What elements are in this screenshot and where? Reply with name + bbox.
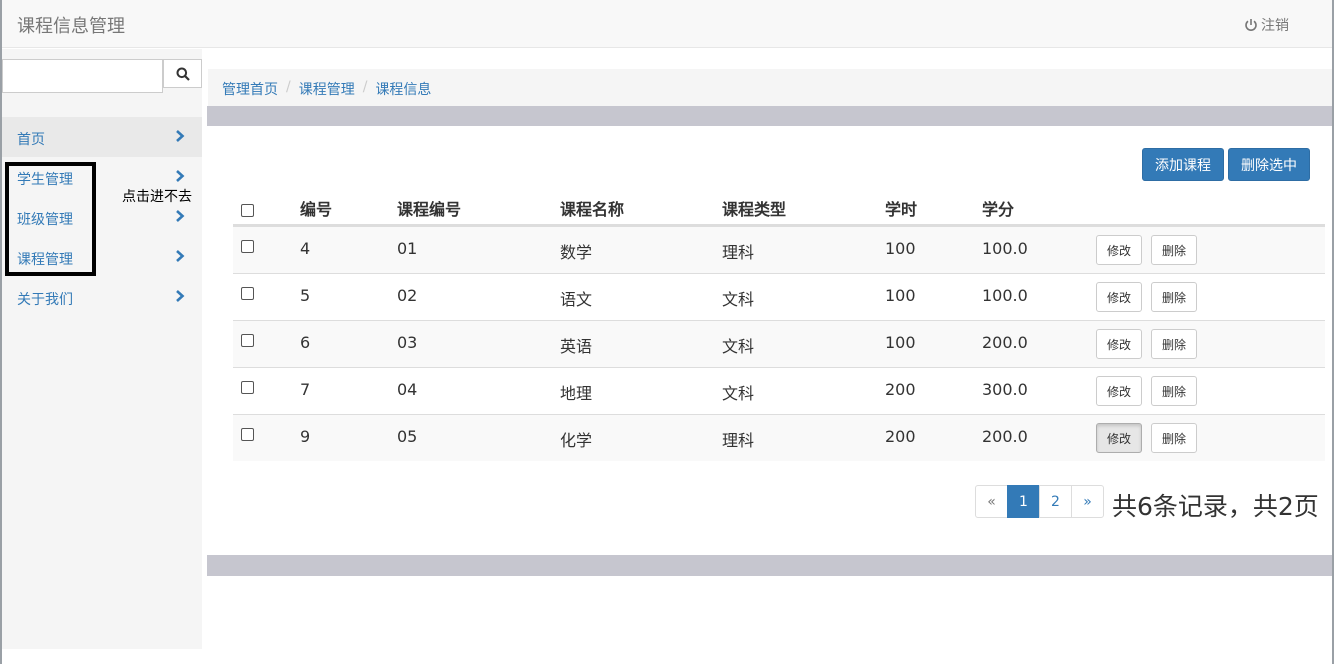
add-course-button[interactable]: 添加课程 — [1142, 148, 1224, 181]
sidebar-item-about[interactable]: 关于我们 — [2, 277, 202, 317]
column-header-credits: 学分 — [982, 200, 1015, 219]
column-header-course-type: 课程类型 — [722, 200, 787, 219]
breadcrumb-separator: / — [286, 79, 291, 95]
logout-label: 注销 — [1261, 18, 1289, 34]
cell-credits: 200.0 — [982, 333, 1028, 352]
table-row: 4 01 数学 理科 100 100.0 修改 删除 — [233, 226, 1325, 273]
breadcrumb: 管理首页 / 课程管理 / 课程信息 — [208, 69, 1332, 106]
row-checkbox[interactable] — [241, 334, 254, 347]
cell-course-type: 文科 — [722, 337, 755, 356]
row-checkbox[interactable] — [241, 381, 254, 394]
cell-credits: 100.0 — [982, 286, 1028, 305]
cell-course-code: 04 — [397, 380, 418, 399]
chevron-right-icon — [176, 250, 185, 262]
annotation-box — [5, 162, 96, 276]
logout-link[interactable]: 注销 — [1244, 15, 1289, 35]
sidebar-item-label: 关于我们 — [17, 292, 73, 308]
search-input[interactable] — [2, 59, 163, 93]
cell-id: 9 — [300, 427, 311, 446]
cell-course-name: 数学 — [560, 243, 593, 262]
cell-hours: 100 — [885, 239, 916, 258]
column-header-course-name: 课程名称 — [560, 200, 625, 219]
column-header-id: 编号 — [300, 200, 333, 219]
power-icon — [1245, 19, 1257, 31]
row-checkbox[interactable] — [241, 287, 254, 300]
table-row: 7 04 地理 文科 200 300.0 修改 删除 — [233, 367, 1325, 414]
cell-course-type: 文科 — [722, 384, 755, 403]
chevron-right-icon — [176, 130, 185, 142]
cell-course-name: 语文 — [560, 290, 593, 309]
chevron-right-icon — [176, 210, 185, 222]
cell-course-type: 文科 — [722, 290, 755, 309]
cell-hours: 100 — [885, 286, 916, 305]
delete-button[interactable]: 删除 — [1151, 329, 1197, 359]
cell-course-code: 02 — [397, 286, 418, 305]
search-icon — [176, 67, 190, 81]
cell-id: 4 — [300, 239, 311, 258]
cell-course-code: 01 — [397, 239, 418, 258]
delete-button[interactable]: 删除 — [1151, 235, 1197, 265]
edit-button[interactable]: 修改 — [1096, 376, 1142, 406]
cell-credits: 100.0 — [982, 239, 1028, 258]
breadcrumb-course-info[interactable]: 课程信息 — [375, 79, 431, 98]
page-2[interactable]: 2 — [1039, 485, 1072, 518]
delete-button[interactable]: 删除 — [1151, 282, 1197, 312]
cell-hours: 200 — [885, 380, 916, 399]
cell-course-code: 03 — [397, 333, 418, 352]
edit-button[interactable]: 修改 — [1096, 282, 1142, 312]
cell-id: 5 — [300, 286, 311, 305]
divider-band-bottom — [207, 555, 1332, 576]
app-title[interactable]: 课程信息管理 — [17, 12, 125, 38]
chevron-right-icon — [176, 170, 185, 182]
delete-selected-button[interactable]: 删除选中 — [1228, 148, 1310, 181]
column-header-course-code: 课程编号 — [397, 200, 462, 219]
table-row: 6 03 英语 文科 100 200.0 修改 删除 — [233, 320, 1325, 367]
row-checkbox[interactable] — [241, 428, 254, 441]
top-navbar: 课程信息管理 注销 — [2, 0, 1332, 48]
table-header: 编号 课程编号 课程名称 课程类型 学时 学分 — [233, 186, 1325, 226]
cell-course-name: 地理 — [560, 384, 593, 403]
annotation-text: 点击进不去 — [122, 189, 192, 205]
sidebar-item-label: 首页 — [17, 132, 45, 148]
divider-band-top — [207, 106, 1332, 126]
edit-button[interactable]: 修改 — [1096, 423, 1142, 453]
cell-course-type: 理科 — [722, 243, 755, 262]
search-button[interactable] — [163, 59, 202, 88]
cell-course-name: 英语 — [560, 337, 593, 356]
cell-id: 7 — [300, 380, 311, 399]
page-info-text: 共6条记录，共2页 — [1112, 492, 1319, 521]
cell-course-type: 理科 — [722, 431, 755, 450]
breadcrumb-home[interactable]: 管理首页 — [222, 79, 278, 98]
row-checkbox[interactable] — [241, 240, 254, 253]
chevron-right-icon — [176, 290, 185, 302]
edit-button[interactable]: 修改 — [1096, 329, 1142, 359]
table-row: 5 02 语文 文科 100 100.0 修改 删除 — [233, 273, 1325, 320]
sidebar: 首页 学生管理 班级管理 课程管理 关于我们 — [2, 49, 202, 649]
cell-course-code: 05 — [397, 427, 418, 446]
page-1[interactable]: 1 — [1007, 485, 1040, 518]
sidebar-item-home[interactable]: 首页 — [2, 117, 202, 157]
cell-credits: 300.0 — [982, 380, 1028, 399]
delete-button[interactable]: 删除 — [1151, 423, 1197, 453]
cell-hours: 200 — [885, 427, 916, 446]
column-header-hours: 学时 — [885, 200, 918, 219]
edit-button[interactable]: 修改 — [1096, 235, 1142, 265]
cell-course-name: 化学 — [560, 431, 593, 450]
cell-id: 6 — [300, 333, 311, 352]
breadcrumb-separator: / — [362, 79, 368, 95]
cell-credits: 200.0 — [982, 427, 1028, 446]
page-prev[interactable]: « — [975, 485, 1008, 518]
breadcrumb-course-management[interactable]: 课程管理 — [299, 79, 355, 98]
select-all-checkbox[interactable] — [241, 204, 254, 217]
pagination: « 1 2 » — [975, 485, 1104, 518]
delete-button[interactable]: 删除 — [1151, 376, 1197, 406]
page-next[interactable]: » — [1071, 485, 1104, 518]
table-row: 9 05 化学 理科 200 200.0 修改 删除 — [233, 414, 1325, 461]
cell-hours: 100 — [885, 333, 916, 352]
